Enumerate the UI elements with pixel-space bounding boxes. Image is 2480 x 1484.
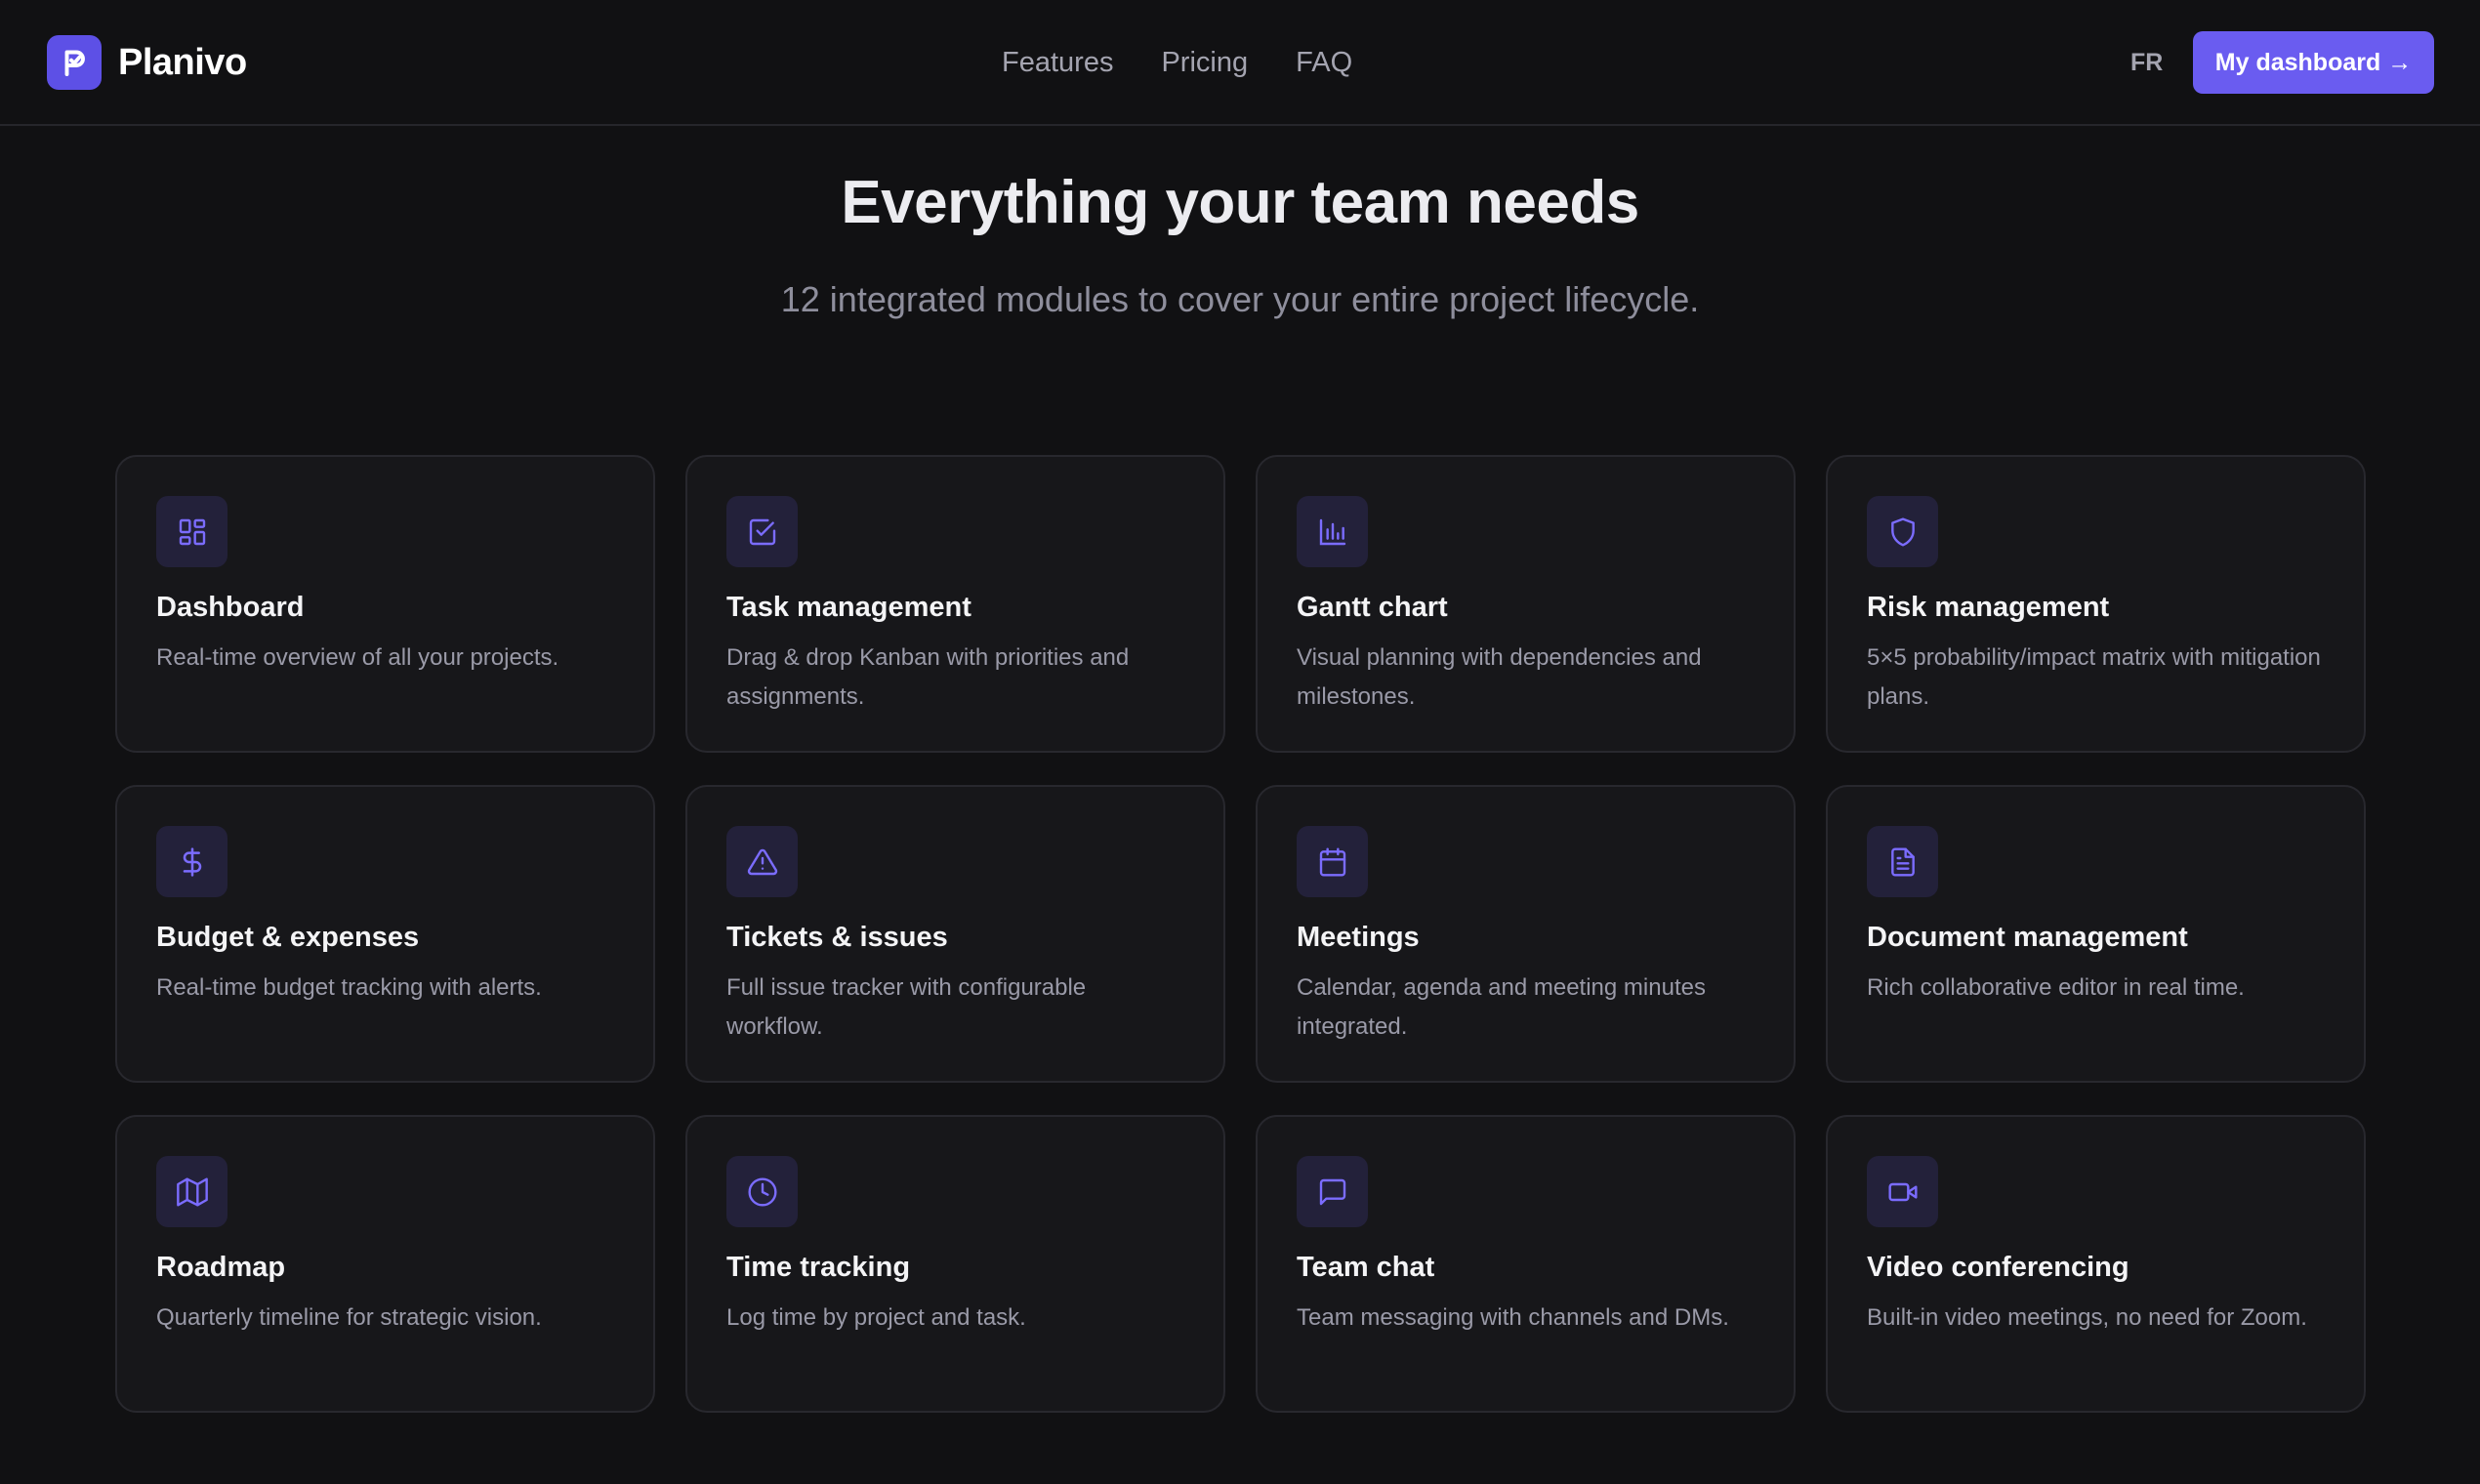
feature-description: Log time by project and task. — [726, 1304, 1026, 1331]
brand-link[interactable]: Planivo — [47, 35, 247, 90]
bar-chart-icon — [1297, 496, 1368, 567]
feature-title: Risk management — [1867, 592, 2110, 623]
planivo-logo-icon — [47, 35, 102, 90]
chat-icon — [1297, 1156, 1368, 1227]
feature-card-gantt-chart: Gantt chart Visual planning with depende… — [1256, 455, 1796, 753]
dollar-icon — [156, 826, 227, 897]
feature-title: Task management — [726, 592, 971, 623]
feature-description: Rich collaborative editor in real time. — [1867, 974, 2245, 1001]
feature-description: Full issue tracker with configurable wor… — [726, 974, 1087, 1040]
feature-description: Drag & drop Kanban with priorities and a… — [726, 644, 1130, 710]
nav-link-faq[interactable]: FAQ — [1296, 47, 1352, 79]
feature-title: Document management — [1867, 922, 2188, 953]
feature-title: Video conferencing — [1867, 1252, 2129, 1283]
checkbox-icon — [726, 496, 798, 567]
feature-title: Budget & expenses — [156, 922, 420, 953]
feature-description: Calendar, agenda and meeting minutes int… — [1297, 974, 1706, 1040]
feature-description: 5×5 probability/impact matrix with mitig… — [1867, 644, 2321, 710]
feature-card-roadmap: Roadmap Quarterly timeline for strategic… — [115, 1115, 655, 1413]
features-grid: Dashboard Real-time overview of all your… — [115, 455, 2366, 1413]
feature-card-risk-management: Risk management 5×5 probability/impact m… — [1826, 455, 2366, 753]
feature-title: Gantt chart — [1297, 592, 1448, 623]
feature-title: Time tracking — [726, 1252, 911, 1283]
video-icon — [1867, 1156, 1938, 1227]
feature-card-video-conferencing: Video conferencing Built-in video meetin… — [1826, 1115, 2366, 1413]
feature-title: Meetings — [1297, 922, 1420, 953]
feature-card-dashboard: Dashboard Real-time overview of all your… — [115, 455, 655, 753]
feature-card-time-tracking: Time tracking Log time by project and ta… — [685, 1115, 1225, 1413]
shield-icon — [1867, 496, 1938, 567]
feature-description: Real-time budget tracking with alerts. — [156, 974, 542, 1001]
feature-card-budget: Budget & expenses Real-time budget track… — [115, 785, 655, 1083]
clock-icon — [726, 1156, 798, 1227]
feature-card-documents: Document management Rich collaborative e… — [1826, 785, 2366, 1083]
feature-card-team-chat: Team chat Team messaging with channels a… — [1256, 1115, 1796, 1413]
page-subtitle: 12 integrated modules to cover your enti… — [780, 279, 1700, 319]
feature-description: Real-time overview of all your projects. — [156, 644, 559, 671]
my-dashboard-button[interactable]: My dashboard → — [2193, 31, 2434, 94]
brand-name: Planivo — [118, 41, 247, 83]
feature-card-task-management: Task management Drag & drop Kanban with … — [685, 455, 1225, 753]
nav-link-features[interactable]: Features — [1002, 47, 1113, 79]
feature-card-meetings: Meetings Calendar, agenda and meeting mi… — [1256, 785, 1796, 1083]
feature-description: Team messaging with channels and DMs. — [1297, 1304, 1729, 1331]
feature-title: Team chat — [1297, 1252, 1435, 1283]
dashboard-icon — [156, 496, 227, 567]
language-switch[interactable]: FR — [2130, 43, 2163, 82]
feature-description: Built-in video meetings, no need for Zoo… — [1867, 1304, 2307, 1331]
top-navbar: Planivo Features Pricing FAQ FR My dashb… — [0, 0, 2480, 126]
feature-title: Roadmap — [156, 1252, 286, 1283]
feature-description: Quarterly timeline for strategic vision. — [156, 1304, 542, 1331]
warning-icon — [726, 826, 798, 897]
feature-title: Tickets & issues — [726, 922, 948, 953]
feature-card-tickets: Tickets & issues Full issue tracker with… — [685, 785, 1225, 1083]
feature-title: Dashboard — [156, 592, 305, 623]
calendar-icon — [1297, 826, 1368, 897]
document-icon — [1867, 826, 1938, 897]
main-nav: Features Pricing FAQ — [1002, 39, 1352, 86]
map-icon — [156, 1156, 227, 1227]
nav-link-pricing[interactable]: Pricing — [1161, 47, 1248, 79]
page-title: Everything your team needs — [841, 169, 1639, 236]
feature-description: Visual planning with dependencies and mi… — [1297, 644, 1702, 710]
